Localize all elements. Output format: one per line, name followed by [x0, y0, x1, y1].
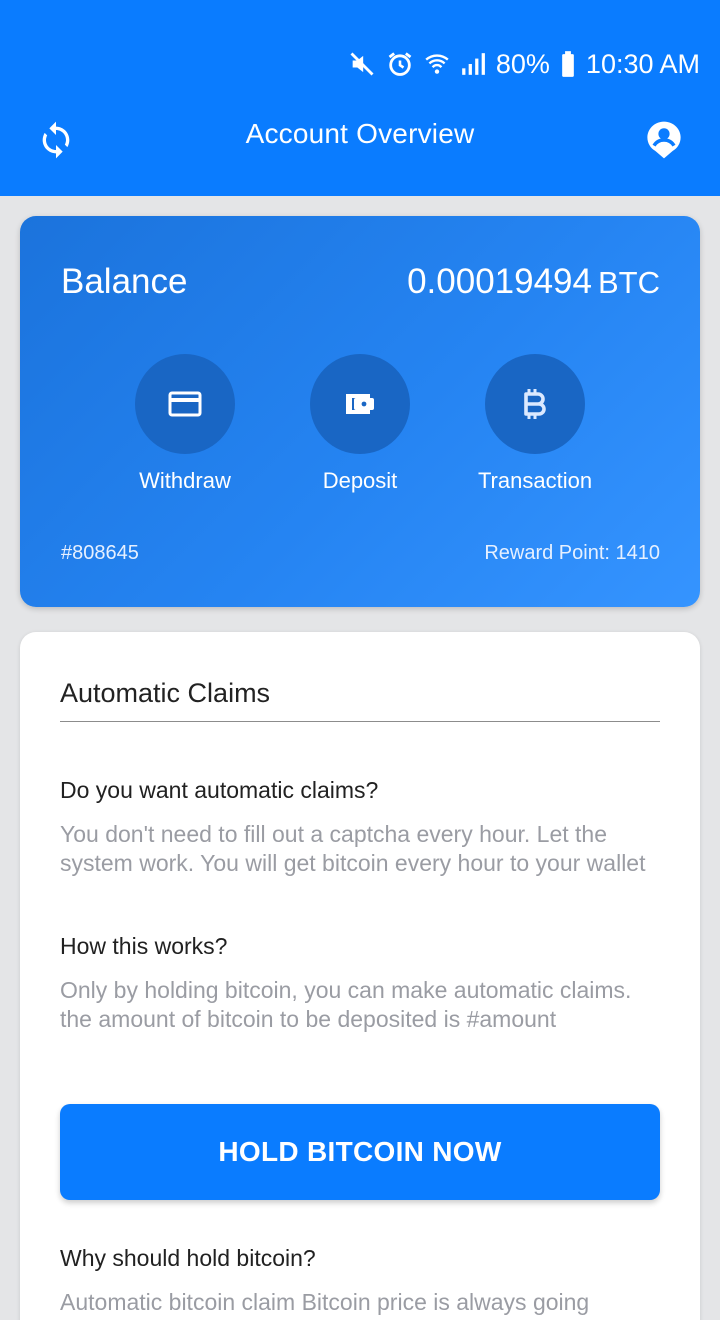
wifi-icon: [424, 50, 450, 78]
question-automatic-claims: Do you want automatic claims?: [60, 777, 379, 803]
account-button[interactable]: [640, 116, 688, 164]
balance-unit: BTC: [598, 265, 660, 300]
mute-icon: [348, 50, 376, 78]
status-bar: 80% 10:30 AM: [348, 44, 700, 84]
claims-title: Automatic Claims: [60, 678, 271, 708]
answer-how-it-works: Only by holding bitcoin, you can make au…: [60, 977, 632, 1032]
withdraw-button[interactable]: Withdraw: [85, 354, 285, 494]
status-time: 10:30 AM: [585, 48, 700, 79]
card-icon: [168, 391, 202, 417]
question-why-hold: Why should hold bitcoin?: [60, 1245, 316, 1271]
signal-icon: [460, 51, 486, 77]
automatic-claims-card: Automatic Claims Do you want automatic c…: [20, 632, 700, 1320]
battery-icon: [560, 50, 576, 78]
page-title: Account Overview: [245, 118, 475, 149]
account-icon: [647, 121, 681, 159]
battery-percent: 80%: [495, 48, 550, 79]
bitcoin-icon: [524, 389, 546, 419]
wallet-icon: [346, 394, 374, 414]
alarm-icon: [386, 50, 414, 78]
deposit-circle[interactable]: [310, 354, 410, 454]
transaction-label: Transaction: [477, 468, 593, 493]
account-id: #808645: [61, 542, 139, 564]
transaction-button[interactable]: Transaction: [435, 354, 635, 494]
reward-points: Reward Point: 1410: [484, 542, 660, 564]
transaction-circle[interactable]: [485, 354, 585, 454]
claims-divider: [60, 721, 660, 722]
withdraw-label: Withdraw: [139, 468, 231, 493]
balance-amount: 0.00019494: [407, 262, 592, 301]
app-bar: 80% 10:30 AM Account Overview: [0, 0, 720, 196]
withdraw-circle[interactable]: [135, 354, 235, 454]
deposit-label: Deposit: [322, 468, 398, 493]
answer-why-hold: Automatic bitcoin claim Bitcoin price is…: [60, 1289, 590, 1315]
balance-value: 0.00019494 BTC: [407, 262, 660, 302]
question-how-it-works: How this works?: [60, 933, 228, 959]
hold-bitcoin-button[interactable]: HOLD BITCOIN NOW: [60, 1104, 660, 1200]
balance-card: Balance 0.00019494BTC Withdraw Deposit: [20, 216, 700, 607]
answer-automatic-claims: You don't need to fill out a captcha eve…: [60, 821, 646, 876]
deposit-button[interactable]: Deposit: [260, 354, 460, 494]
balance-label: Balance: [61, 262, 188, 301]
